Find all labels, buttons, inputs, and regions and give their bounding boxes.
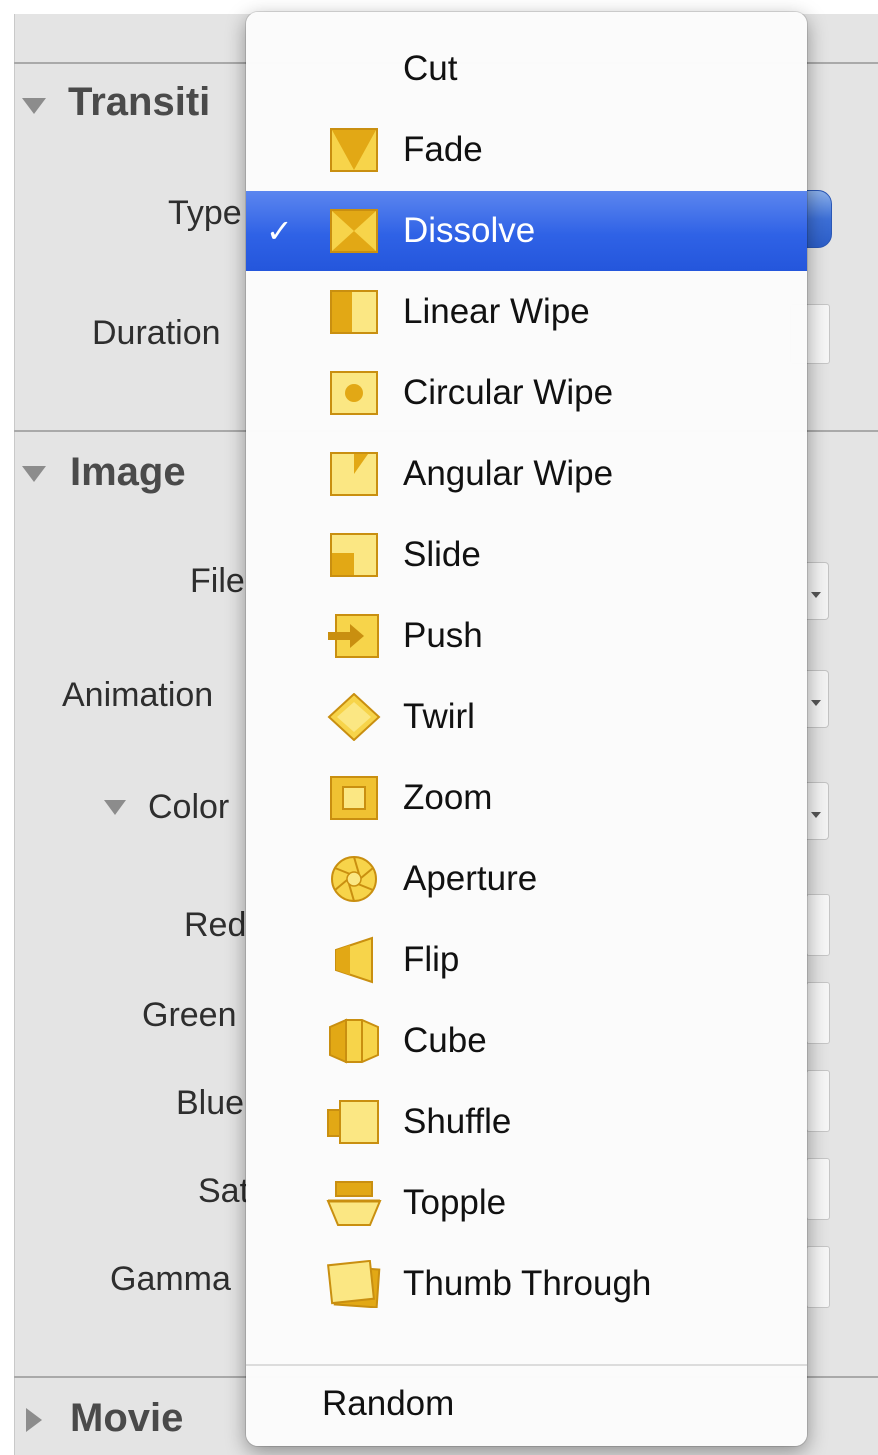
file-label: File	[190, 562, 245, 600]
push-icon	[328, 614, 379, 658]
slide-icon	[330, 533, 378, 577]
menu-item-flip[interactable]: Flip	[246, 920, 807, 1000]
menu-item-fade[interactable]: Fade	[246, 110, 807, 190]
blue-value-field[interactable]	[806, 1070, 830, 1132]
gamma-value-field[interactable]	[806, 1246, 830, 1308]
transition-type-menu: Cut Fade ✓ Dissolve Linear Wipe Circular…	[246, 12, 807, 1446]
shuffle-icon	[327, 1100, 379, 1144]
menu-item-label: Shuffle	[403, 1102, 512, 1141]
menu-item-dissolve[interactable]: ✓ Dissolve	[246, 191, 807, 271]
menu-item-label: Slide	[403, 535, 481, 574]
menu-item-label: Flip	[403, 940, 460, 979]
menu-item-random[interactable]: Random	[246, 1364, 807, 1444]
menu-item-push[interactable]: Push	[246, 596, 807, 676]
menu-item-label: Twirl	[403, 697, 475, 736]
menu-item-shuffle[interactable]: Shuffle	[246, 1082, 807, 1162]
checkmark-icon: ✓	[266, 213, 293, 249]
image-section-title: Image	[70, 450, 186, 494]
menu-item-label: Fade	[403, 130, 483, 169]
movie-section-title: Movie	[70, 1396, 184, 1440]
menu-item-label: Dissolve	[403, 211, 536, 250]
aperture-icon	[331, 856, 377, 902]
flip-icon	[335, 936, 373, 984]
menu-item-label: Random	[322, 1384, 455, 1423]
red-label: Red	[184, 906, 247, 944]
menu-item-label: Cube	[403, 1021, 487, 1060]
animation-popup-button[interactable]	[804, 670, 829, 728]
menu-item-linear-wipe[interactable]: Linear Wipe	[246, 272, 807, 352]
menu-item-label: Push	[403, 616, 483, 655]
color-disclosure-icon[interactable]	[104, 800, 126, 815]
green-value-field[interactable]	[806, 982, 830, 1044]
transition-section-title: Transiti	[68, 80, 211, 124]
color-label: Color	[148, 788, 230, 826]
circular-wipe-icon	[330, 371, 378, 415]
movie-disclosure-icon[interactable]	[26, 1408, 42, 1432]
color-popup-button[interactable]	[804, 782, 829, 840]
image-disclosure-icon[interactable]	[22, 466, 46, 482]
menu-item-label: Thumb Through	[403, 1264, 652, 1303]
zoom-icon	[330, 776, 378, 820]
menu-item-topple[interactable]: Topple	[246, 1163, 807, 1243]
thumb-through-icon	[327, 1260, 381, 1308]
animation-label: Animation	[62, 676, 214, 714]
blue-label: Blue	[176, 1084, 245, 1122]
menu-item-angular-wipe[interactable]: Angular Wipe	[246, 434, 807, 514]
menu-item-label: Cut	[403, 49, 458, 88]
menu-item-label: Angular Wipe	[403, 454, 614, 493]
menu-item-label: Aperture	[403, 859, 538, 898]
linear-wipe-icon	[330, 290, 378, 334]
cube-icon	[329, 1018, 379, 1064]
duration-label: Duration	[92, 314, 221, 352]
menu-item-cut[interactable]: Cut	[246, 29, 807, 109]
red-value-field[interactable]	[806, 894, 830, 956]
menu-item-twirl[interactable]: Twirl	[246, 677, 807, 757]
fade-icon	[330, 128, 378, 172]
angular-wipe-icon	[330, 452, 378, 496]
type-label: Type	[168, 194, 242, 232]
topple-icon	[326, 1181, 382, 1226]
green-label: Green	[142, 996, 237, 1034]
file-popup-button[interactable]	[804, 562, 829, 620]
menu-item-zoom[interactable]: Zoom	[246, 758, 807, 838]
menu-item-label: Linear Wipe	[403, 292, 590, 331]
menu-item-label: Topple	[403, 1183, 507, 1222]
twirl-icon	[327, 693, 381, 741]
menu-item-label: Circular Wipe	[403, 373, 614, 412]
transition-disclosure-icon[interactable]	[22, 98, 46, 114]
dissolve-icon	[330, 209, 378, 253]
sat-value-field[interactable]	[806, 1158, 830, 1220]
menu-item-thumb-through[interactable]: Thumb Through	[246, 1244, 807, 1324]
menu-item-circular-wipe[interactable]: Circular Wipe	[246, 353, 807, 433]
menu-item-cube[interactable]: Cube	[246, 1001, 807, 1081]
menu-item-aperture[interactable]: Aperture	[246, 839, 807, 919]
sat-label: Sat	[198, 1172, 250, 1210]
menu-item-label: Zoom	[403, 778, 493, 817]
inspector-window: Transiti Type Duration Image File Animat…	[0, 0, 878, 1455]
menu-item-slide[interactable]: Slide	[246, 515, 807, 595]
gamma-label: Gamma	[110, 1260, 231, 1298]
